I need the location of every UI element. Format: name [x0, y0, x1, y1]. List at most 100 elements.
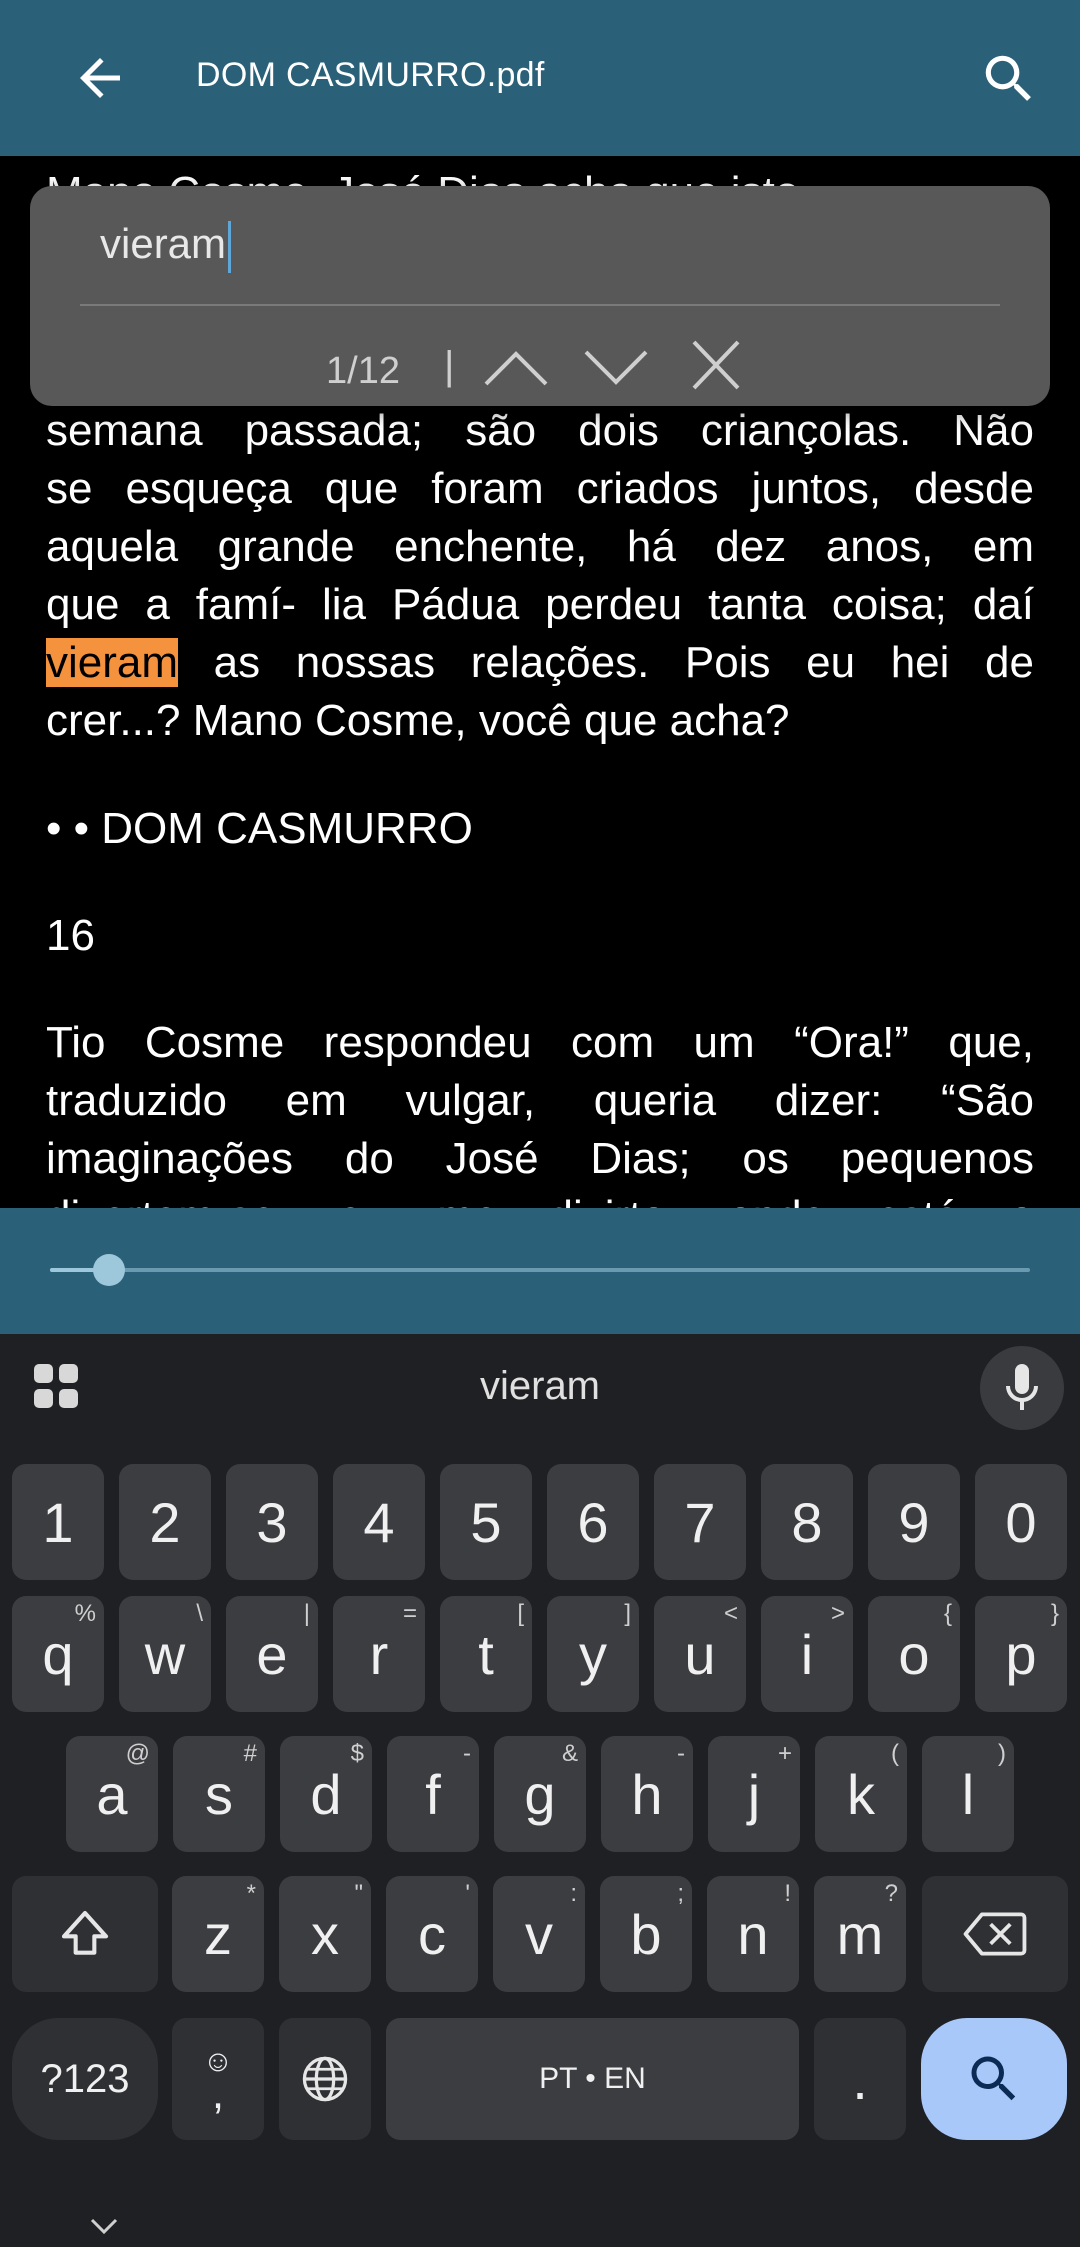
key-5[interactable]: 5 — [440, 1464, 532, 1580]
microphone-button[interactable] — [980, 1346, 1064, 1430]
key-2[interactable]: 2 — [119, 1464, 211, 1580]
key-label: 1 — [42, 1490, 74, 1554]
key-label: f — [425, 1762, 441, 1826]
key-hint: " — [354, 1880, 363, 1907]
key-label: g — [524, 1762, 556, 1826]
text-fragment: as nossas relações. Pois eu hei de — [178, 638, 1034, 687]
key-label: n — [737, 1902, 769, 1966]
text-line: divertem-se, eu me divirto; onde está o — [46, 1188, 1034, 1208]
search-key[interactable] — [921, 2018, 1067, 2140]
key-t[interactable]: t[ — [440, 1596, 532, 1712]
language-key[interactable] — [279, 2018, 371, 2140]
key-label: u — [684, 1622, 716, 1686]
key-i[interactable]: i > — [761, 1596, 853, 1712]
backspace-key[interactable] — [922, 1876, 1068, 1992]
on-screen-keyboard: vieram 1 2 3 4 5 6 7 8 9 0 q% w \ e | r = t[y] u < i > o{p} a @ s… — [0, 1334, 1080, 2247]
key-e[interactable]: e | — [226, 1596, 318, 1712]
key-o[interactable]: o{ — [868, 1596, 960, 1712]
search-input[interactable]: vieram — [100, 220, 232, 273]
key-7[interactable]: 7 — [654, 1464, 746, 1580]
key-hint: [ — [517, 1600, 524, 1627]
key-hint: $ — [350, 1740, 364, 1767]
key-label: , — [211, 2069, 225, 2118]
key-n[interactable]: n! — [707, 1876, 799, 1992]
key-g[interactable]: g & — [494, 1736, 586, 1852]
key-label: 7 — [684, 1490, 716, 1554]
arrow-back-icon[interactable] — [70, 48, 130, 108]
key-hint: } — [1050, 1600, 1059, 1627]
key-y[interactable]: y] — [547, 1596, 639, 1712]
key-m[interactable]: m? — [814, 1876, 906, 1992]
key-label: p — [1005, 1622, 1037, 1686]
key-label: 8 — [791, 1490, 823, 1554]
key-hint: ! — [784, 1880, 791, 1907]
text-paragraph: Tio Cosme respondeu com um “Ora!” que, t… — [46, 1014, 1034, 1208]
key-a[interactable]: a @ — [66, 1736, 158, 1852]
key-0[interactable]: 0 — [975, 1464, 1067, 1580]
key-label: t — [478, 1622, 494, 1686]
key-8[interactable]: 8 — [761, 1464, 853, 1580]
key-r[interactable]: r = — [333, 1596, 425, 1712]
key-6[interactable]: 6 — [547, 1464, 639, 1580]
key-label: k — [847, 1762, 875, 1826]
key-label: s — [205, 1762, 233, 1826]
text-line: que a famí- lia Pádua perdeu tanta coisa… — [46, 580, 1034, 629]
key-4[interactable]: 4 — [333, 1464, 425, 1580]
key-label: w — [144, 1622, 186, 1686]
text-cursor — [228, 220, 232, 273]
word-suggestion[interactable]: vieram — [0, 1364, 1080, 1409]
key-label: b — [630, 1902, 662, 1966]
find-in-document-panel: vieram 1/12 | — [30, 186, 1050, 406]
chevron-up-icon[interactable] — [480, 338, 552, 394]
space-key[interactable]: PT • EN — [386, 2018, 799, 2140]
key-z[interactable]: z * — [172, 1876, 264, 1992]
search-icon[interactable] — [978, 48, 1040, 110]
key-x[interactable]: x " — [279, 1876, 371, 1992]
key-f[interactable]: f- — [387, 1736, 479, 1852]
key-label: 6 — [577, 1490, 609, 1554]
key-label: 0 — [1005, 1490, 1037, 1554]
symbols-key[interactable]: ?123 — [12, 2018, 158, 2140]
page-slider-track[interactable] — [50, 1254, 1030, 1286]
key-label: q — [42, 1622, 74, 1686]
page-slider-thumb[interactable] — [92, 1254, 125, 1286]
key-label: y — [579, 1622, 607, 1686]
top-app-bar: DOM CASMURRO.pdf — [0, 0, 1080, 156]
key-label: m — [836, 1902, 884, 1966]
key-u[interactable]: u < — [654, 1596, 746, 1712]
key-h[interactable]: h- — [601, 1736, 693, 1852]
key-hint: ; — [677, 1880, 684, 1907]
key-p[interactable]: p} — [975, 1596, 1067, 1712]
key-hint: ? — [884, 1880, 898, 1907]
text-line: imaginações do José Dias; os pequenos — [46, 1134, 1034, 1183]
key-9[interactable]: 9 — [868, 1464, 960, 1580]
key-3[interactable]: 3 — [226, 1464, 318, 1580]
chevron-down-icon[interactable] — [580, 338, 652, 394]
period-key[interactable]: . — [814, 2018, 906, 2140]
shift-key[interactable] — [12, 1876, 158, 1992]
key-label: 5 — [470, 1490, 502, 1554]
close-icon[interactable] — [680, 338, 752, 394]
key-label: PT • EN — [539, 2062, 646, 2095]
key-label: v — [525, 1902, 553, 1966]
emoji-comma-key[interactable]: ☺, — [172, 2018, 264, 2140]
key-hint: ' — [465, 1880, 470, 1907]
key-label: z — [204, 1902, 232, 1966]
key-w[interactable]: w \ — [119, 1596, 211, 1712]
key-hint: @ — [125, 1740, 150, 1767]
text-line: semana passada; são dois criançolas. Não — [46, 406, 1034, 455]
key-l[interactable]: l) — [922, 1736, 1014, 1852]
key-k[interactable]: k( — [815, 1736, 907, 1852]
text-line: traduzido em vulgar, queria dizer: “São — [46, 1076, 1034, 1125]
key-d[interactable]: d $ — [280, 1736, 372, 1852]
key-s[interactable]: s # — [173, 1736, 265, 1852]
key-1[interactable]: 1 — [12, 1464, 104, 1580]
key-q[interactable]: q% — [12, 1596, 104, 1712]
chevron-down-icon[interactable] — [86, 2214, 122, 2238]
key-v[interactable]: v: — [493, 1876, 585, 1992]
key-c[interactable]: c ' — [386, 1876, 478, 1992]
key-j[interactable]: j + — [708, 1736, 800, 1852]
document-title: DOM CASMURRO.pdf — [196, 56, 545, 94]
key-b[interactable]: b; — [600, 1876, 692, 1992]
key-label: 9 — [898, 1490, 930, 1554]
